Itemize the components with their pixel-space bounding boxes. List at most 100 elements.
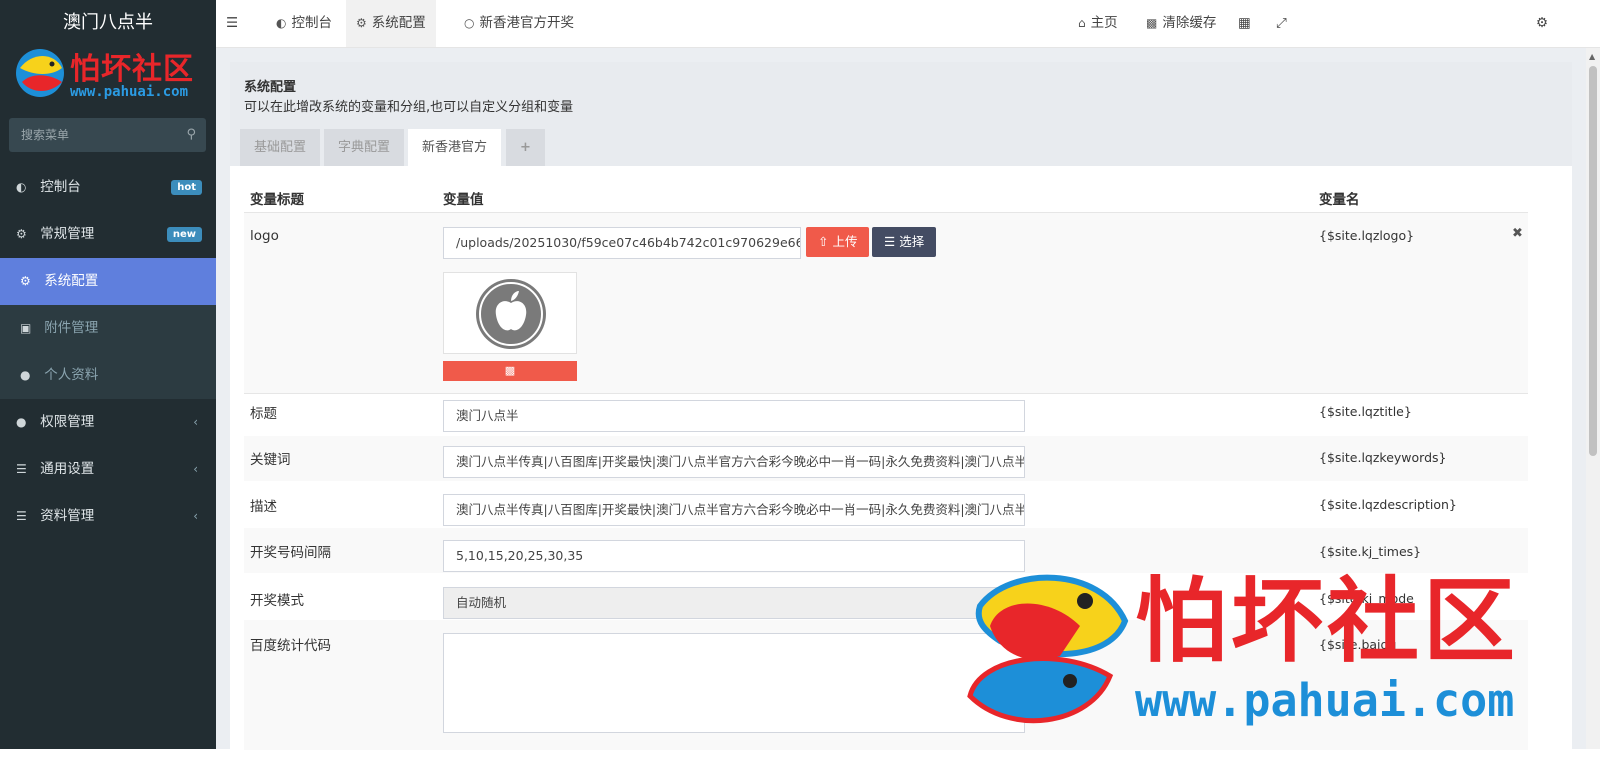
home-link[interactable]: ⌂ 主页	[1078, 0, 1118, 47]
row-title-mode: 开奖模式	[250, 593, 304, 609]
panel-title: 系统配置	[244, 80, 297, 95]
mode-select[interactable]: 自动随机	[443, 587, 1025, 619]
sidebar-item-general[interactable]: ⚙ 常规管理 new	[0, 211, 216, 258]
upload-button[interactable]: ⇧ 上传	[806, 227, 870, 257]
tab-hk-draw[interactable]: ○ 新香港官方开奖	[456, 0, 582, 47]
tab-hk-official[interactable]: 新香港官方	[408, 129, 502, 166]
baidu-code-textarea[interactable]	[443, 633, 1025, 733]
sidebar: 澳门八点半 怕坏社区 www.pahuai.com 搜索菜单 ⚲ ◐ 控制台 h…	[0, 0, 216, 749]
scrollbar-thumb[interactable]	[1589, 66, 1597, 456]
row-title-interval: 开奖号码间隔	[250, 545, 331, 561]
tab-label: 控制台	[291, 15, 332, 31]
search-icon[interactable]: ⚲	[186, 118, 196, 152]
header-name: 变量名	[1319, 192, 1360, 208]
home-label: 主页	[1090, 15, 1118, 31]
menu-search-input[interactable]: 搜索菜单 ⚲	[9, 118, 206, 152]
sidebar-item-dashboard[interactable]: ◐ 控制台 hot	[0, 164, 216, 211]
choose-button[interactable]: ☰ 选择	[872, 227, 937, 257]
home-icon: ⌂	[1078, 16, 1086, 30]
list-icon: ☰	[884, 234, 900, 249]
apple-logo-icon	[476, 279, 546, 349]
header-value: 变量值	[443, 192, 484, 208]
add-tab-button[interactable]: +	[506, 129, 545, 166]
row-title-keywords: 关键词	[250, 452, 291, 468]
logo-text: 怕坏社区	[70, 52, 194, 87]
delete-image-button[interactable]: ▩	[443, 361, 577, 381]
sidebar-item-label: 附件管理	[44, 320, 99, 336]
page-scrollbar[interactable]: ▲	[1586, 48, 1600, 749]
watermark-text: 怕坏社区	[1135, 567, 1520, 675]
logo-preview	[443, 272, 577, 354]
sidebar-item-label: 权限管理	[40, 414, 95, 430]
translate-icon[interactable]: ▦	[1238, 0, 1251, 47]
sidebar-item-label: 资料管理	[40, 508, 95, 524]
logo-path-input[interactable]: /uploads/20251030/f59ce07c46b4b742c01c97…	[443, 227, 801, 259]
row-title-baidu: 百度统计代码	[250, 638, 331, 654]
trash-icon: ▩	[504, 364, 516, 377]
keywords-input[interactable]: 澳门八点半传真|八百图库|开奖最快|澳门八点半官方六合彩今晚必中一肖一码|永久免…	[443, 446, 1025, 478]
upload-label: 上传	[832, 234, 858, 249]
clear-cache-button[interactable]: ▩ 清除缓存	[1146, 0, 1216, 47]
watermark: 怕坏社区 www.pahuai.com	[960, 566, 1560, 746]
var-name-interval: {$site.kj_times}	[1319, 544, 1422, 559]
sidebar-item-label: 个人资料	[44, 367, 99, 383]
tab-label: 系统配置	[371, 15, 426, 31]
menu-toggle-icon[interactable]: ☰	[226, 0, 238, 47]
sidebar-item-settings[interactable]: ☰ 通用设置 ‹	[0, 446, 216, 493]
fullscreen-icon[interactable]: ⤢	[1276, 0, 1287, 47]
sidebar-item-label: 常规管理	[40, 226, 95, 242]
header-title: 变量标题	[250, 192, 304, 208]
sidebar-item-permissions[interactable]: ● 权限管理 ‹	[0, 399, 216, 446]
sidebar-item-label: 通用设置	[40, 461, 95, 477]
site-title-input[interactable]: 澳门八点半	[443, 400, 1025, 432]
clear-cache-label: 清除缓存	[1162, 15, 1217, 31]
tab-basic-config[interactable]: 基础配置	[240, 129, 321, 166]
choose-label: 选择	[899, 234, 925, 249]
sidebar-item-data[interactable]: ☰ 资料管理 ‹	[0, 493, 216, 540]
row-title-title: 标题	[250, 406, 277, 422]
upload-icon: ⇧	[818, 234, 833, 249]
tab-system-config[interactable]: ⚙ 系统配置	[346, 0, 436, 47]
sidebar-item-system-config[interactable]: ⚙ 系统配置	[0, 258, 216, 305]
group-icon: ●	[16, 415, 27, 429]
sidebar-item-label: 控制台	[40, 179, 81, 195]
circle-icon: ○	[464, 16, 475, 30]
list-icon: ☰	[16, 462, 27, 476]
description-input[interactable]: 澳门八点半传真|八百图库|开奖最快|澳门八点半官方六合彩今晚必中一肖一码|永久免…	[443, 494, 1025, 526]
top-navbar: ☰ ◐ 控制台 ⚙ 系统配置 ○ 新香港官方开奖 ⌂ 主页 ▩ 清除缓存 ▦ ⤢ ⚙	[216, 0, 1600, 48]
tab-label: 新香港官方开奖	[479, 15, 574, 31]
close-icon[interactable]: ✖	[1512, 226, 1523, 241]
community-logo: 怕坏社区 www.pahuai.com	[8, 42, 212, 106]
chevron-left-icon: ‹	[193, 509, 198, 523]
var-name-title: {$site.lqztitle}	[1319, 404, 1412, 419]
trash-icon: ▩	[1146, 16, 1158, 30]
sidebar-menu: ◐ 控制台 hot ⚙ 常规管理 new ⚙ 系统配置 ▣ 附件管理 ● 个人资…	[0, 164, 216, 540]
chevron-left-icon: ‹	[193, 462, 198, 476]
sidebar-item-attachments[interactable]: ▣ 附件管理	[0, 305, 216, 352]
cogs-icon: ⚙	[16, 227, 27, 241]
panel-description: 可以在此增改系统的变量和分组,也可以自定义分组和变量	[244, 100, 574, 115]
row-title-description: 描述	[250, 499, 277, 515]
image-icon: ▣	[20, 321, 32, 335]
dashboard-icon: ◐	[276, 16, 287, 30]
scroll-up-icon[interactable]: ▲	[1589, 52, 1595, 61]
row-title-logo: logo	[250, 228, 279, 244]
settings-cogs-icon[interactable]: ⚙	[1536, 0, 1548, 47]
logo-url: www.pahuai.com	[70, 84, 189, 100]
hot-badge: hot	[171, 180, 202, 195]
fish-logo-icon	[16, 49, 64, 97]
tab-dict-config[interactable]: 字典配置	[324, 129, 405, 166]
new-badge: new	[166, 227, 202, 242]
list-icon: ☰	[16, 509, 27, 523]
interval-input[interactable]: 5,10,15,20,25,30,35	[443, 540, 1025, 572]
dashboard-icon: ◐	[16, 180, 27, 194]
app-brand[interactable]: 澳门八点半	[0, 0, 216, 48]
sidebar-item-profile[interactable]: ● 个人资料	[0, 352, 216, 399]
chevron-left-icon: ‹	[193, 415, 198, 429]
var-name-description: {$site.lqzdescription}	[1319, 497, 1457, 512]
panel-header: 系统配置 可以在此增改系统的变量和分组,也可以自定义分组和变量 基础配置 字典配…	[230, 62, 1572, 166]
tab-dashboard[interactable]: ◐ 控制台	[268, 0, 340, 47]
gear-icon: ⚙	[356, 16, 367, 30]
sidebar-item-label: 系统配置	[44, 273, 99, 289]
var-name-keywords: {$site.lqzkeywords}	[1319, 450, 1447, 465]
